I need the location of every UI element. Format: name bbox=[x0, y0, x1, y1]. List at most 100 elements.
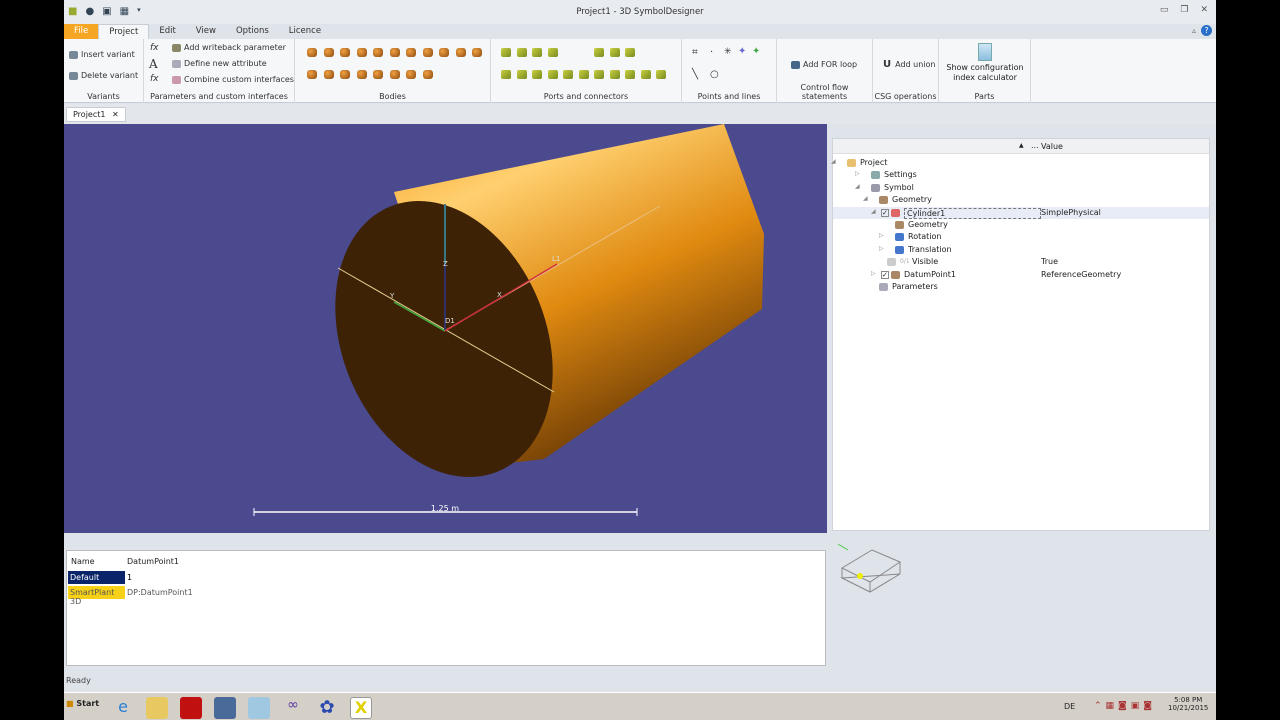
body-shape-icon[interactable] bbox=[340, 70, 350, 79]
port-connector-icon[interactable] bbox=[516, 70, 527, 79]
port-connector-icon[interactable] bbox=[501, 70, 511, 79]
port-connector-icon[interactable] bbox=[547, 48, 558, 57]
tree-item-parameters[interactable]: Parameters bbox=[833, 282, 1209, 294]
port-connector-icon[interactable] bbox=[578, 70, 589, 79]
fx-icon[interactable]: fx bbox=[150, 43, 159, 53]
circle-icon[interactable]: ○ bbox=[710, 69, 719, 80]
restore-button[interactable]: ❐ bbox=[1180, 5, 1188, 15]
ie-icon[interactable]: e bbox=[112, 697, 134, 719]
tree-item-datumpoint1[interactable]: ▷ ✓ DatumPoint1 ReferenceGeometry bbox=[833, 270, 1209, 282]
project-tree[interactable]: ▲ ... Value ◢ Project ▷ Settings ◢ Symbol ◢ Geo… bbox=[831, 138, 1210, 531]
body-shape-icon[interactable] bbox=[340, 48, 350, 57]
port-connector-icon[interactable] bbox=[501, 48, 511, 57]
start-button[interactable]: ■ Start bbox=[66, 699, 99, 708]
checkbox[interactable]: ✓ bbox=[881, 270, 889, 279]
expand-toggle-icon[interactable]: ▷ bbox=[855, 170, 860, 177]
body-shape-icon[interactable] bbox=[356, 70, 367, 79]
variant-name-default[interactable]: Default bbox=[68, 571, 125, 584]
expand-toggle-icon[interactable]: ▷ bbox=[879, 232, 884, 239]
text-attribute-icon[interactable]: A bbox=[149, 57, 158, 71]
body-shape-icon[interactable] bbox=[406, 48, 416, 57]
port-connector-icon[interactable] bbox=[640, 70, 651, 79]
tree-item-geometry[interactable]: ◢ Geometry bbox=[833, 195, 1209, 207]
expand-toggle-icon[interactable]: ◢ bbox=[855, 183, 860, 190]
port-connector-icon[interactable] bbox=[563, 70, 573, 79]
port-connector-icon[interactable] bbox=[594, 70, 604, 79]
combine-custom-interfaces-button[interactable]: Combine custom interfaces bbox=[172, 75, 294, 84]
insert-variant-button[interactable]: Insert variant bbox=[69, 50, 135, 59]
cog-icon[interactable]: ✳ bbox=[724, 47, 732, 57]
tab-file[interactable]: File bbox=[64, 24, 99, 39]
tab-view[interactable]: View bbox=[186, 24, 226, 39]
symboldesigner-taskbar-icon[interactable]: X bbox=[350, 697, 372, 719]
language-indicator[interactable]: DE bbox=[1064, 702, 1075, 711]
point-icon[interactable]: · bbox=[710, 47, 713, 58]
clock[interactable]: 5:08 PM 10/21/2015 bbox=[1168, 696, 1208, 712]
port-connector-icon[interactable] bbox=[609, 70, 620, 79]
star-blue-icon[interactable]: ✦ bbox=[738, 46, 746, 57]
tree-item-rotation[interactable]: ▷ Rotation bbox=[833, 232, 1209, 244]
add-for-loop-button[interactable]: Add FOR loop bbox=[791, 60, 857, 69]
body-shape-icon[interactable] bbox=[422, 48, 433, 57]
expand-toggle-icon[interactable]: ◢ bbox=[831, 158, 836, 165]
body-shape-icon[interactable] bbox=[307, 70, 317, 79]
tab-licence[interactable]: Licence bbox=[279, 24, 331, 39]
expand-toggle-icon[interactable]: ▷ bbox=[871, 270, 876, 277]
tree-item-cylinder1[interactable]: ◢ ✓ Cylinder1 SimplePhysical bbox=[833, 207, 1209, 220]
close-tab-icon[interactable]: ✕ bbox=[112, 110, 119, 119]
close-button[interactable]: ✕ bbox=[1200, 5, 1208, 15]
port-connector-icon[interactable] bbox=[532, 48, 542, 57]
expand-toggle-icon[interactable]: ◢ bbox=[871, 208, 876, 215]
visual-studio-icon[interactable]: ∞ bbox=[282, 697, 304, 719]
port-connector-icon[interactable] bbox=[625, 48, 635, 57]
delete-variant-button[interactable]: Delete variant bbox=[69, 71, 138, 80]
port-connector-icon[interactable] bbox=[547, 70, 558, 79]
app-icon-2[interactable] bbox=[214, 697, 236, 719]
column-options-button[interactable]: ... bbox=[1031, 141, 1039, 150]
minimize-button[interactable]: ▭ bbox=[1160, 5, 1169, 15]
navigation-cube[interactable] bbox=[834, 540, 904, 602]
variant-value-smartplant[interactable]: DP:DatumPoint1 bbox=[127, 588, 193, 597]
sort-icon[interactable]: ▲ bbox=[1019, 142, 1024, 149]
add-writeback-parameter-button[interactable]: Add writeback parameter bbox=[172, 43, 286, 52]
body-shape-icon[interactable] bbox=[323, 70, 334, 79]
body-shape-icon[interactable] bbox=[439, 48, 449, 57]
body-shape-icon[interactable] bbox=[373, 48, 383, 57]
star-green-icon[interactable]: ✦ bbox=[752, 46, 760, 57]
acrobat-icon[interactable] bbox=[180, 697, 202, 719]
show-configuration-index-calculator-button[interactable]: Show configuration index calculator bbox=[945, 43, 1025, 83]
body-shape-icon[interactable] bbox=[389, 48, 400, 57]
variant-value-default[interactable] bbox=[125, 571, 189, 584]
tab-options[interactable]: Options bbox=[226, 24, 279, 39]
body-shape-icon[interactable] bbox=[307, 48, 317, 57]
port-connector-icon[interactable] bbox=[609, 48, 620, 57]
value-column-header[interactable]: Value bbox=[1041, 142, 1063, 151]
line-icon[interactable]: ╲ bbox=[692, 69, 698, 80]
collapse-ribbon-icon[interactable]: ▵ bbox=[1192, 26, 1196, 35]
body-shape-icon[interactable] bbox=[373, 70, 383, 79]
variant-name-smartplant[interactable]: SmartPlant 3D bbox=[68, 586, 125, 606]
tree-item-geometry[interactable]: Geometry bbox=[833, 220, 1209, 232]
flower-app-icon[interactable]: ✿ bbox=[316, 697, 338, 719]
tab-edit[interactable]: Edit bbox=[149, 24, 185, 39]
notepad-icon[interactable] bbox=[248, 697, 270, 719]
port-connector-icon[interactable] bbox=[594, 48, 604, 57]
body-shape-icon[interactable] bbox=[323, 48, 334, 57]
port-connector-icon[interactable] bbox=[516, 48, 527, 57]
tree-item-settings[interactable]: ▷ Settings bbox=[833, 170, 1209, 182]
body-shape-icon[interactable] bbox=[472, 48, 482, 57]
tab-project[interactable]: Project bbox=[98, 24, 150, 39]
tree-item-visible[interactable]: 0/1 Visible True bbox=[833, 257, 1209, 269]
tab-project1[interactable]: Project1 ✕ bbox=[66, 107, 126, 122]
body-shape-icon[interactable] bbox=[406, 70, 416, 79]
checkbox[interactable]: ✓ bbox=[881, 208, 889, 217]
add-union-button[interactable]: U Add union bbox=[883, 59, 935, 70]
port-connector-icon[interactable] bbox=[625, 70, 635, 79]
formula-icon[interactable]: fx bbox=[150, 74, 159, 84]
body-shape-icon[interactable] bbox=[389, 70, 400, 79]
expand-toggle-icon[interactable]: ◢ bbox=[863, 195, 868, 202]
expand-toggle-icon[interactable]: ▷ bbox=[879, 245, 884, 252]
define-new-attribute-button[interactable]: Define new attribute bbox=[172, 59, 267, 68]
explorer-icon[interactable] bbox=[146, 697, 168, 719]
tree-item-project[interactable]: ◢ Project bbox=[831, 158, 1209, 170]
